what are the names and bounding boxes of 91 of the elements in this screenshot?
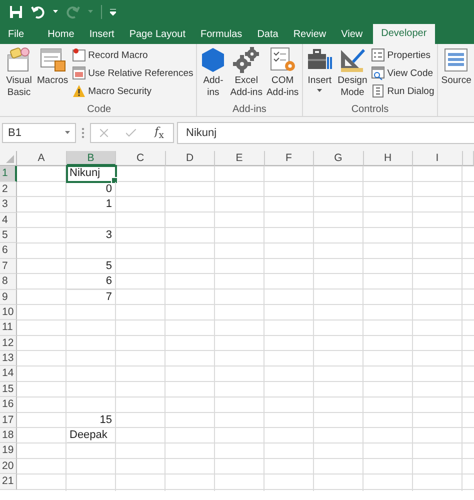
column-header[interactable]: A bbox=[17, 151, 66, 166]
ribbon-tab[interactable]: Review bbox=[286, 26, 334, 44]
code-window-icon bbox=[371, 66, 386, 80]
row-header[interactable]: 19 bbox=[0, 443, 17, 459]
caret-icon bbox=[65, 131, 70, 135]
table-cell: 6 bbox=[66, 274, 116, 290]
row-header[interactable]: 6 bbox=[0, 243, 17, 259]
undo-icon[interactable] bbox=[31, 5, 45, 19]
caret-icon[interactable] bbox=[53, 10, 58, 14]
group-label: Code bbox=[86, 104, 112, 116]
ribbon-button[interactable]: View Code bbox=[370, 65, 436, 81]
ribbon-tab[interactable]: Developer bbox=[373, 24, 435, 44]
row-header[interactable]: 15 bbox=[0, 382, 17, 398]
table-cell: 3 bbox=[66, 228, 116, 244]
customize-icon[interactable] bbox=[110, 8, 116, 16]
redo-icon[interactable] bbox=[66, 5, 80, 19]
ribbon-button[interactable]: Macro Security bbox=[71, 83, 194, 99]
ribbon-button[interactable]: Design Mode bbox=[336, 47, 368, 104]
ribbon-button[interactable]: Insert bbox=[304, 47, 335, 104]
triangle-icon bbox=[6, 155, 14, 164]
ribbon-button[interactable]: Source bbox=[440, 47, 472, 107]
name-box[interactable]: B1 bbox=[2, 123, 76, 143]
row-header[interactable]: 5 bbox=[0, 228, 17, 244]
ribbon-button[interactable]: Visual Basic bbox=[4, 47, 34, 104]
file-menu-tab[interactable]: File bbox=[4, 26, 28, 44]
row-header[interactable]: 1 bbox=[0, 166, 17, 182]
ribbon-button[interactable]: Run Dialog bbox=[370, 83, 436, 99]
ribbon-tab[interactable]: View bbox=[334, 26, 370, 44]
cancel-icon[interactable] bbox=[100, 129, 108, 137]
column-header[interactable]: D bbox=[166, 151, 215, 166]
check-icon[interactable] bbox=[126, 129, 136, 137]
column-header[interactable]: F bbox=[264, 151, 314, 166]
formula-field[interactable]: Nikunj bbox=[177, 122, 474, 144]
ribbon-button[interactable]: Excel Add-ins bbox=[229, 47, 264, 104]
macro-sheet-icon bbox=[38, 47, 67, 73]
record-sheet-icon bbox=[72, 48, 86, 62]
table-cell: Nikunj bbox=[66, 166, 116, 182]
row-header[interactable]: 2 bbox=[0, 182, 17, 198]
row-header[interactable]: 3 bbox=[0, 197, 17, 213]
column-header[interactable]: I bbox=[413, 151, 462, 166]
gears-icon bbox=[233, 47, 260, 73]
column-header[interactable]: E bbox=[215, 151, 264, 166]
warning-icon bbox=[72, 84, 86, 98]
insert-function-button[interactable]: f$_{x}$ bbox=[154, 124, 164, 142]
ruler-pencil-icon bbox=[338, 47, 366, 73]
ribbon-tab[interactable]: Page Layout bbox=[122, 26, 193, 44]
checklist-gear-icon bbox=[268, 47, 297, 73]
grid-sheet-icon bbox=[72, 66, 86, 80]
table-cell: 0 bbox=[66, 182, 116, 198]
row-header[interactable]: 7 bbox=[0, 258, 17, 274]
group-label: Add-ins bbox=[232, 104, 268, 116]
table-cell: 5 bbox=[66, 258, 116, 274]
table-cell: Deepak bbox=[66, 428, 116, 444]
column-header[interactable]: H bbox=[364, 151, 413, 166]
ribbon-tab[interactable]: Insert bbox=[82, 26, 122, 44]
column-header[interactable]: C bbox=[116, 151, 166, 166]
row-header[interactable]: 11 bbox=[0, 320, 17, 336]
ribbon-tab[interactable]: Formulas bbox=[193, 26, 250, 44]
column-header[interactable]: G bbox=[314, 151, 364, 166]
row-header[interactable]: 10 bbox=[0, 304, 17, 320]
group-label: Controls bbox=[350, 104, 390, 116]
select-all-button[interactable] bbox=[0, 151, 17, 166]
column-header[interactable] bbox=[462, 151, 474, 166]
row-header[interactable]: 17 bbox=[0, 412, 17, 428]
row-header[interactable]: 8 bbox=[0, 274, 17, 290]
row-header[interactable]: 21 bbox=[0, 474, 17, 490]
ribbon-button[interactable]: Add- ins bbox=[199, 47, 228, 104]
row-header[interactable]: 13 bbox=[0, 351, 17, 366]
row-header[interactable]: 14 bbox=[0, 366, 17, 382]
row-header[interactable]: 18 bbox=[0, 428, 17, 444]
table-cell: 1 bbox=[66, 197, 116, 213]
table-cell: 15 bbox=[66, 412, 116, 428]
ribbon-button[interactable]: Record Macro bbox=[71, 47, 194, 63]
row-header[interactable]: 20 bbox=[0, 458, 17, 474]
row-header[interactable]: 4 bbox=[0, 212, 17, 228]
xml-list-icon bbox=[442, 47, 470, 73]
column-header[interactable]: B bbox=[66, 151, 116, 166]
row-header[interactable]: 12 bbox=[0, 336, 17, 352]
row-header[interactable]: 16 bbox=[0, 397, 17, 413]
row-header[interactable]: 9 bbox=[0, 290, 17, 305]
ribbon-button[interactable]: COM Add-ins bbox=[265, 47, 300, 104]
ribbon-button[interactable]: Macros bbox=[36, 47, 70, 104]
cube-icon bbox=[200, 47, 226, 73]
ribbon-button[interactable]: Use Relative References bbox=[71, 65, 194, 81]
ribbon-tab[interactable]: Data bbox=[250, 26, 286, 44]
properties-icon bbox=[371, 48, 386, 62]
table-cell: 7 bbox=[66, 290, 116, 305]
dialog-icon bbox=[371, 84, 386, 98]
ribbon-tab[interactable]: Home bbox=[40, 26, 82, 44]
fill-handle[interactable] bbox=[111, 176, 118, 184]
ribbon-button[interactable]: Properties bbox=[370, 47, 436, 63]
